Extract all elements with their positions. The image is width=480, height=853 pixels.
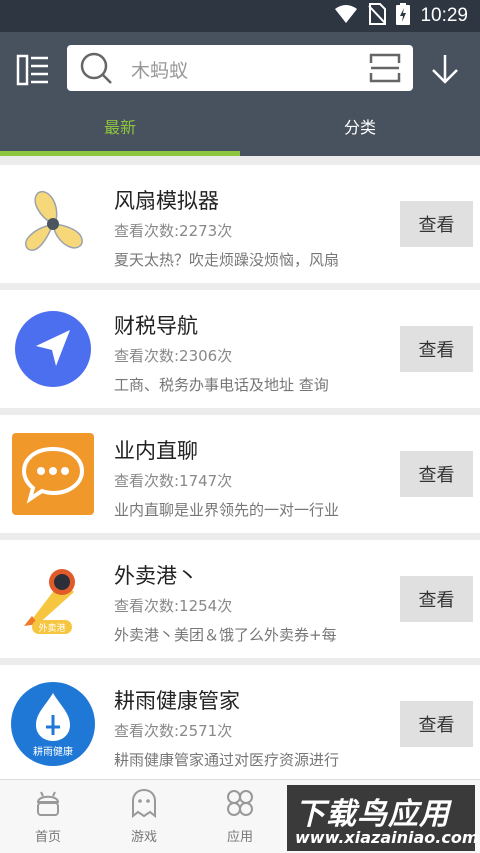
android-robot-icon [0, 788, 96, 818]
download-icon[interactable] [428, 52, 462, 86]
status-icons: 10:29 [334, 3, 468, 29]
search-icon [79, 51, 113, 85]
list-menu-icon[interactable] [16, 54, 50, 86]
app-name: 风扇模拟器 [114, 189, 219, 213]
view-button[interactable]: 查看 [400, 701, 473, 747]
app-name: 外卖港丶 [114, 564, 198, 588]
rocket-astronaut-icon: 外卖港 [10, 556, 96, 642]
tab-latest[interactable]: 最新 [0, 114, 240, 156]
clock: 10:29 [420, 5, 468, 26]
view-button[interactable]: 查看 [400, 201, 473, 247]
navigation-arrow-icon [10, 306, 96, 392]
tab-indicator [0, 151, 240, 156]
app-description: 工商、税务办事电话及地址 查询 [114, 376, 329, 394]
view-button[interactable]: 查看 [400, 576, 473, 622]
health-drop-icon: 耕雨健康 [10, 681, 96, 767]
app-view-count: 查看次数:2273次 [114, 222, 233, 240]
list-item[interactable]: 耕雨健康 耕雨健康管家 查看次数:2571次 耕雨健康管家通过对医疗资源进行 查… [0, 665, 480, 783]
svg-text:外卖港: 外卖港 [38, 622, 65, 634]
app-name: 财税导航 [114, 314, 198, 338]
apps-grid-icon [192, 788, 288, 818]
nav-label: 首页 [34, 830, 61, 845]
list-item[interactable]: 财税导航 查看次数:2306次 工商、税务办事电话及地址 查询 查看 [0, 290, 480, 408]
app-description: 外卖港丶美团＆饿了么外卖券+每 [114, 626, 337, 644]
app-view-count: 查看次数:1254次 [114, 597, 233, 615]
battery-charging-icon [396, 3, 411, 29]
wifi-icon [334, 4, 358, 28]
nav-home[interactable]: 首页 [0, 788, 96, 850]
ghost-icon [96, 788, 192, 818]
app-view-count: 查看次数:1747次 [114, 472, 233, 490]
watermark-logo: 下载鸟应用 www.xiazainiao.com [287, 785, 479, 851]
svg-text:耕雨健康: 耕雨健康 [33, 745, 73, 758]
app-name: 业内直聊 [114, 439, 198, 463]
nav-label: 应用 [226, 830, 253, 845]
view-button[interactable]: 查看 [400, 451, 473, 497]
search-placeholder: 木蚂蚁 [131, 60, 189, 82]
nav-apps[interactable]: 应用 [192, 788, 288, 850]
fan-icon [10, 181, 96, 267]
app-description: 夏天太热？吹走烦躁没烦恼，风扇 [114, 251, 340, 269]
app-view-count: 查看次数:2306次 [114, 347, 233, 365]
search-input[interactable]: 木蚂蚁 [67, 45, 413, 91]
no-sim-icon [368, 3, 387, 29]
app-description: 耕雨健康管家通过对医疗资源进行 [114, 751, 340, 769]
scan-icon[interactable] [369, 53, 401, 83]
nav-games[interactable]: 游戏 [96, 788, 192, 850]
list-item[interactable]: 风扇模拟器 查看次数:2273次 夏天太热？吹走烦躁没烦恼，风扇 查看 [0, 165, 480, 283]
list-item[interactable]: 业内直聊 查看次数:1747次 业内直聊是业界领先的一对一行业 查看 [0, 415, 480, 533]
chat-bubble-icon [10, 431, 96, 517]
nav-label: 游戏 [130, 830, 157, 845]
app-name: 耕雨健康管家 [114, 689, 240, 713]
tab-bar: 最新 分类 [0, 114, 480, 156]
watermark-title: 下载鸟应用 [295, 797, 450, 832]
app-description: 业内直聊是业界领先的一对一行业 [114, 501, 340, 519]
view-button[interactable]: 查看 [400, 326, 473, 372]
watermark-url: www.xiazainiao.com [295, 828, 479, 847]
tab-category[interactable]: 分类 [240, 114, 480, 156]
top-header: 木蚂蚁 最新 分类 [0, 32, 480, 156]
app-view-count: 查看次数:2571次 [114, 722, 233, 740]
status-bar: 10:29 [0, 0, 480, 32]
list-item[interactable]: 外卖港 外卖港丶 查看次数:1254次 外卖港丶美团＆饿了么外卖券+每 查看 [0, 540, 480, 658]
